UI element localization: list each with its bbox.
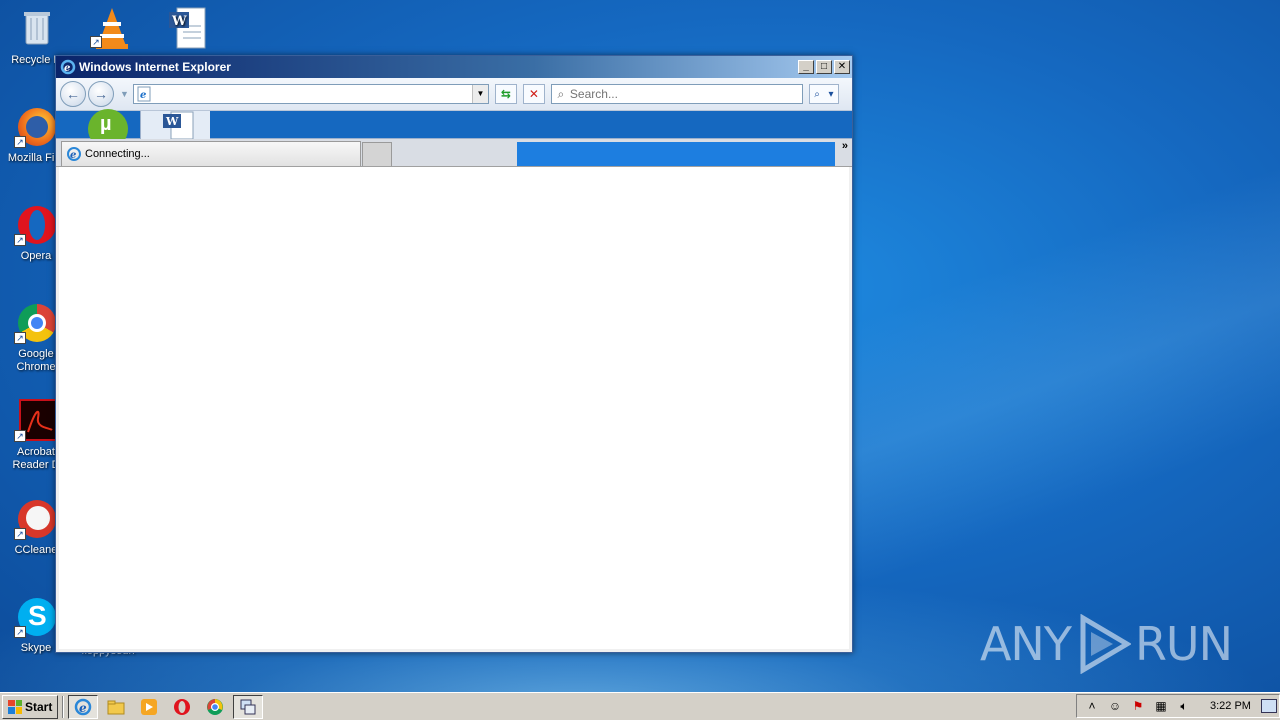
magnifier-icon: ⌕ bbox=[814, 88, 820, 100]
utorrent-icon: µ bbox=[86, 109, 130, 139]
refresh-icon: ⇆ bbox=[500, 87, 511, 101]
taskbar-separator bbox=[62, 695, 65, 718]
svg-text:e: e bbox=[79, 701, 87, 715]
forward-button[interactable]: → bbox=[88, 81, 114, 107]
recycle-bin-icon bbox=[14, 6, 58, 50]
search-go-button[interactable]: ⌕ ▾ bbox=[808, 84, 839, 104]
opera-icon bbox=[174, 698, 191, 715]
shortcut-arrow-icon: ↗ bbox=[14, 136, 26, 148]
address-bar[interactable]: e ▼ bbox=[132, 84, 489, 104]
ie-icon: e bbox=[67, 147, 81, 161]
clock[interactable]: 3:22 PM bbox=[1210, 700, 1251, 712]
anyrun-watermark: ANY RUN bbox=[979, 614, 1233, 674]
forward-arrow-icon: → bbox=[94, 86, 108, 102]
stop-icon: ✕ bbox=[528, 87, 539, 101]
minimize-button[interactable]: _ bbox=[798, 60, 814, 74]
chrome-icon: ↗ bbox=[14, 300, 58, 344]
action-center-flag-icon[interactable]: ⚑ bbox=[1129, 697, 1147, 715]
svg-text:e: e bbox=[64, 63, 70, 74]
play-logo-icon bbox=[1080, 614, 1131, 674]
watermark-right: RUN bbox=[1134, 617, 1233, 671]
recent-pages-dropdown[interactable]: ▼ bbox=[120, 89, 129, 99]
new-tab-button[interactable] bbox=[362, 142, 392, 166]
desktop-icon-word-document[interactable]: W bbox=[151, 6, 223, 54]
word-document-icon: W bbox=[165, 6, 209, 50]
address-dropdown-button[interactable]: ▼ bbox=[471, 85, 488, 103]
ie-icon: e bbox=[60, 59, 76, 75]
taskbar-chrome-button[interactable] bbox=[200, 695, 230, 719]
start-button[interactable]: Start bbox=[2, 694, 59, 719]
navigation-toolbar: ← → ▼ e ▼ ⇆ ✕ ⌕ ⌕▾ bbox=[56, 78, 852, 111]
folder-icon bbox=[107, 700, 125, 714]
tab-connecting[interactable]: e Connecting... bbox=[61, 141, 361, 166]
shortcut-arrow-icon: ↗ bbox=[14, 430, 26, 442]
ie-icon: e bbox=[75, 698, 92, 715]
network-icon bbox=[240, 699, 256, 714]
opera-icon: ↗ bbox=[14, 202, 58, 246]
acrobat-icon: ↗ bbox=[14, 398, 59, 442]
back-button[interactable]: ← bbox=[60, 81, 86, 107]
skype-icon: S ↗ bbox=[14, 594, 58, 638]
word-document-icon: W bbox=[140, 111, 210, 140]
vlc-icon: ↗ bbox=[90, 6, 134, 50]
volume-icon[interactable]: 🔈︎ bbox=[1175, 697, 1193, 715]
tab-label: Connecting... bbox=[85, 148, 150, 160]
search-input[interactable] bbox=[569, 87, 802, 101]
svg-text:W: W bbox=[171, 14, 187, 29]
taskbar-ie-button[interactable]: e bbox=[68, 694, 99, 719]
desktop-icon-vlc[interactable]: ↗ bbox=[76, 6, 148, 54]
watermark-left: ANY bbox=[979, 617, 1072, 671]
taskbar-explorer-button[interactable] bbox=[101, 695, 131, 719]
windows-flag-icon bbox=[8, 699, 22, 714]
tab-bar: e Connecting... » bbox=[56, 139, 852, 167]
shortcut-arrow-icon: ↗ bbox=[14, 234, 26, 246]
shortcut-arrow-icon: ↗ bbox=[90, 36, 102, 48]
svg-text:e: e bbox=[140, 90, 146, 101]
refresh-button[interactable]: ⇆ bbox=[494, 84, 517, 104]
chevron-down-icon: ▾ bbox=[828, 88, 834, 100]
system-tray: ˄ ☺ ⚑ ▦ 🔈︎ 3:22 PM bbox=[1076, 694, 1280, 718]
search-box[interactable]: ⌕ bbox=[550, 84, 803, 104]
firefox-icon: ↗ bbox=[14, 104, 58, 148]
shortcut-arrow-icon: ↗ bbox=[14, 528, 26, 540]
ie-window[interactable]: e Windows Internet Explorer _ □ ✕ ← → ▼ … bbox=[55, 55, 853, 653]
svg-text:W: W bbox=[165, 115, 179, 128]
start-label: Start bbox=[25, 699, 53, 714]
page-content[interactable] bbox=[59, 167, 849, 649]
shortcut-arrow-icon: ↗ bbox=[14, 626, 26, 638]
shortcut-arrow-icon: ↗ bbox=[14, 332, 26, 344]
title-bar[interactable]: e Windows Internet Explorer _ □ ✕ bbox=[56, 56, 852, 78]
taskbar-network-app-button[interactable] bbox=[233, 694, 264, 719]
address-input[interactable] bbox=[151, 86, 472, 102]
search-icon: ⌕ bbox=[557, 86, 565, 101]
media-player-icon bbox=[141, 698, 158, 715]
stop-button[interactable]: ✕ bbox=[522, 84, 545, 104]
ccleaner-icon: ↗ bbox=[14, 496, 58, 540]
network-status-icon[interactable]: ▦ bbox=[1152, 697, 1170, 715]
window-title: Windows Internet Explorer bbox=[79, 60, 231, 74]
svg-text:e: e bbox=[70, 150, 76, 161]
taskbar-media-player-button[interactable] bbox=[134, 695, 164, 719]
maximize-button[interactable]: □ bbox=[816, 60, 832, 74]
show-desktop-button[interactable] bbox=[1261, 699, 1277, 713]
links-bar: µ W bbox=[56, 109, 852, 140]
taskbar-opera-button[interactable] bbox=[167, 695, 197, 719]
tab-band bbox=[517, 142, 835, 166]
close-button[interactable]: ✕ bbox=[834, 60, 850, 74]
show-hidden-icons-chevron-icon[interactable]: ˄ bbox=[1083, 697, 1101, 715]
page-icon: e bbox=[137, 86, 151, 102]
more-chevron-icon[interactable]: » bbox=[842, 140, 848, 152]
chrome-icon bbox=[207, 698, 224, 715]
back-arrow-icon: ← bbox=[66, 86, 80, 102]
taskbar: Start e ˄ ☺ ⚑ ▦ 🔈︎ 3:22 PM bbox=[0, 692, 1280, 720]
smiley-icon[interactable]: ☺ bbox=[1106, 697, 1124, 715]
